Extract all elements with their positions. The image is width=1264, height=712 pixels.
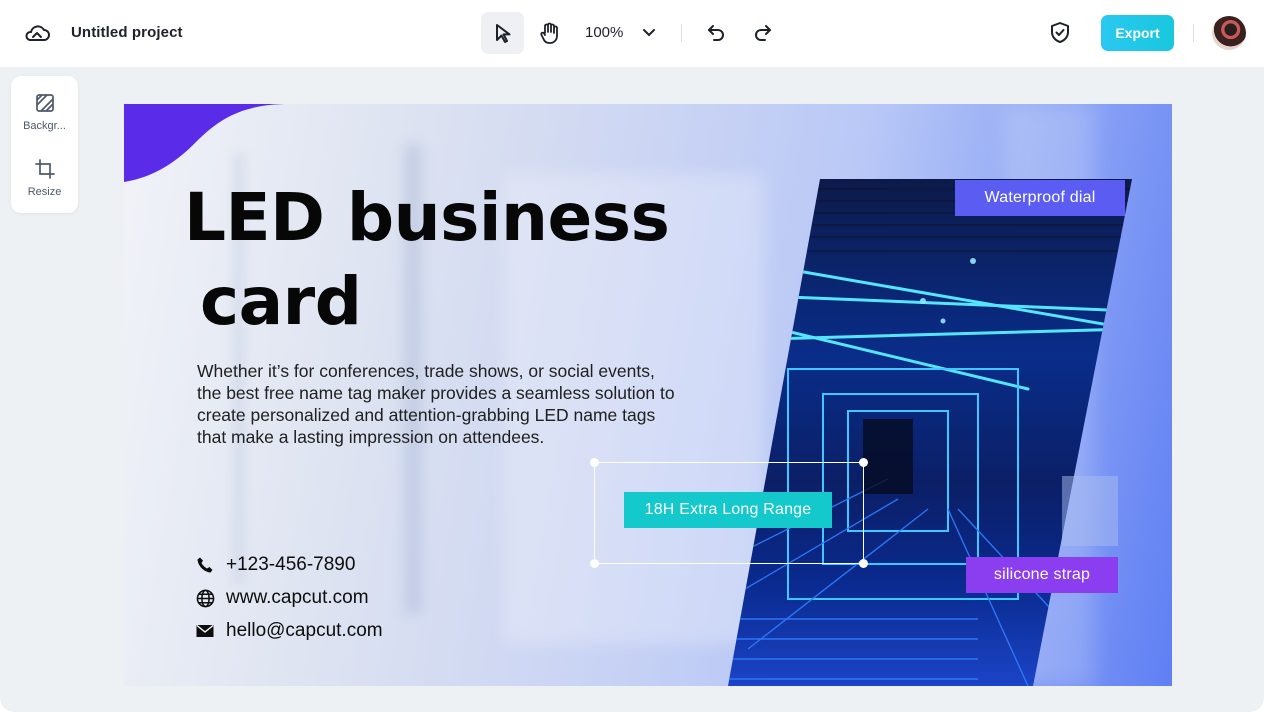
tag-silicone-strap[interactable]: silicone strap: [966, 557, 1118, 593]
zoom-level[interactable]: 100%: [585, 24, 623, 41]
user-avatar[interactable]: [1212, 16, 1246, 50]
contact-website-text: www.capcut.com: [226, 587, 369, 608]
toolbar-divider: [1193, 24, 1194, 42]
corner-wave-shape[interactable]: [124, 104, 304, 184]
contact-phone[interactable]: +123-456-7890: [194, 554, 355, 576]
resize-handle-top-left[interactable]: [590, 458, 599, 467]
resize-tool-label: Resize: [27, 186, 62, 198]
resize-icon: [34, 158, 56, 180]
background-tool-label: Backgr...: [23, 120, 66, 132]
cursor-icon: [495, 24, 510, 43]
chevron-down-icon[interactable]: [639, 21, 659, 45]
contact-email-text: hello@capcut.com: [226, 620, 383, 641]
editor-app: Untitled project 100% Export Backgr... R…: [0, 0, 1264, 712]
side-tool-panel: Backgr... Resize: [11, 76, 78, 213]
mail-icon: [194, 620, 216, 642]
hand-icon: [540, 22, 558, 44]
select-tool-button[interactable]: [481, 12, 524, 54]
cloud-logo-icon[interactable]: [22, 19, 52, 49]
resize-handle-top-right[interactable]: [859, 458, 868, 467]
resize-handle-bottom-left[interactable]: [590, 559, 599, 568]
globe-icon: [194, 587, 216, 609]
headline-line-1: LED business: [184, 179, 670, 256]
design-canvas[interactable]: LED business card Whether it’s for confe…: [124, 104, 1172, 686]
background-icon: [34, 92, 56, 114]
contact-phone-text: +123-456-7890: [226, 554, 356, 575]
background-tool[interactable]: Backgr...: [11, 92, 78, 132]
headline-line-2: card: [200, 263, 362, 340]
project-title[interactable]: Untitled project: [71, 24, 183, 41]
selection-box[interactable]: [590, 458, 868, 568]
placeholder-box[interactable]: [1062, 476, 1118, 546]
shield-check-icon[interactable]: [1045, 18, 1075, 48]
undo-icon[interactable]: [702, 19, 730, 47]
hand-tool-button[interactable]: [531, 12, 569, 54]
contact-email[interactable]: hello@capcut.com: [194, 620, 383, 642]
top-toolbar: Untitled project 100% Export: [0, 0, 1264, 67]
tag-waterproof-dial[interactable]: Waterproof dial: [955, 180, 1125, 216]
resize-handle-bottom-right[interactable]: [859, 559, 868, 568]
headline-text[interactable]: LED business card: [184, 176, 670, 344]
body-text[interactable]: Whether it’s for conferences, trade show…: [197, 360, 677, 448]
resize-tool[interactable]: Resize: [11, 158, 78, 198]
toolbar-divider: [681, 24, 682, 42]
redo-icon[interactable]: [749, 19, 777, 47]
contact-website[interactable]: www.capcut.com: [194, 587, 369, 609]
export-button[interactable]: Export: [1101, 15, 1174, 51]
phone-icon: [194, 554, 216, 576]
